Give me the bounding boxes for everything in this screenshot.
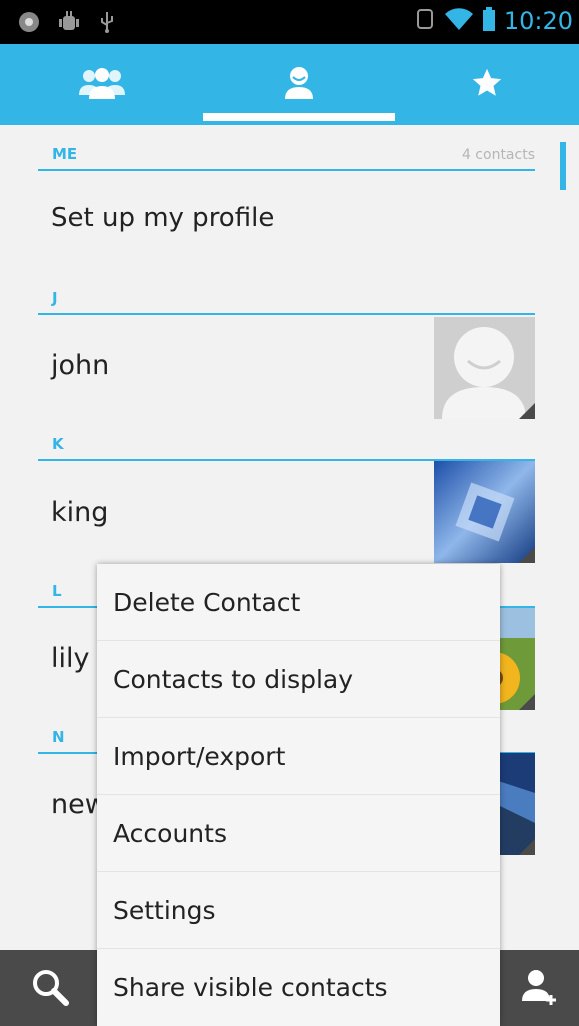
section-letter: N: [52, 728, 65, 746]
sync-icon: [414, 6, 436, 36]
quick-contact-badge: [519, 839, 535, 855]
quick-contact-badge: [519, 694, 535, 710]
wifi-icon: [444, 6, 474, 36]
section-letter: L: [52, 582, 62, 600]
tab-groups[interactable]: [0, 44, 203, 125]
add-contact-icon: [520, 967, 560, 1011]
quick-contact-badge: [519, 403, 535, 419]
groups-icon: [77, 65, 127, 105]
menu-item-accounts[interactable]: Accounts: [97, 795, 500, 872]
chrome-icon: [18, 11, 40, 37]
section-letter: J: [52, 289, 58, 307]
tab-favorites[interactable]: [395, 44, 579, 125]
contact-name[interactable]: king: [51, 497, 108, 528]
menu-item-share-visible-contacts[interactable]: Share visible contacts: [97, 949, 500, 1026]
menu-item-delete-contact[interactable]: Delete Contact: [97, 564, 500, 641]
scrollbar[interactable]: [560, 142, 566, 190]
star-icon: [470, 66, 504, 104]
overflow-menu: Delete Contact Contacts to display Impor…: [97, 564, 500, 1026]
menu-item-contacts-to-display[interactable]: Contacts to display: [97, 641, 500, 718]
status-bar: 10:20: [0, 0, 579, 44]
quick-contact-badge: [519, 547, 535, 563]
section-letter: K: [52, 435, 64, 453]
section-header-k: K: [38, 421, 535, 461]
search-button[interactable]: [20, 964, 80, 1014]
tab-indicator: [203, 113, 395, 121]
android-debug-icon: [58, 10, 80, 38]
contact-name[interactable]: john: [51, 350, 109, 381]
contact-name[interactable]: lily: [51, 643, 89, 674]
search-icon: [30, 967, 70, 1011]
setup-profile-row[interactable]: Set up my profile: [51, 203, 274, 233]
clock: 10:20: [503, 7, 573, 35]
contacts-count: 4 contacts: [461, 147, 535, 163]
menu-item-settings[interactable]: Settings: [97, 872, 500, 949]
menu-item-import-export[interactable]: Import/export: [97, 718, 500, 795]
contact-photo[interactable]: [434, 461, 535, 563]
default-avatar[interactable]: [434, 317, 535, 419]
battery-icon: [482, 6, 496, 36]
section-header-me: ME 4 contacts: [38, 135, 535, 171]
section-header-j: J: [38, 275, 535, 315]
person-icon: [282, 65, 316, 105]
add-contact-button[interactable]: [510, 964, 570, 1014]
usb-icon: [98, 10, 116, 38]
section-letter: ME: [52, 145, 78, 163]
